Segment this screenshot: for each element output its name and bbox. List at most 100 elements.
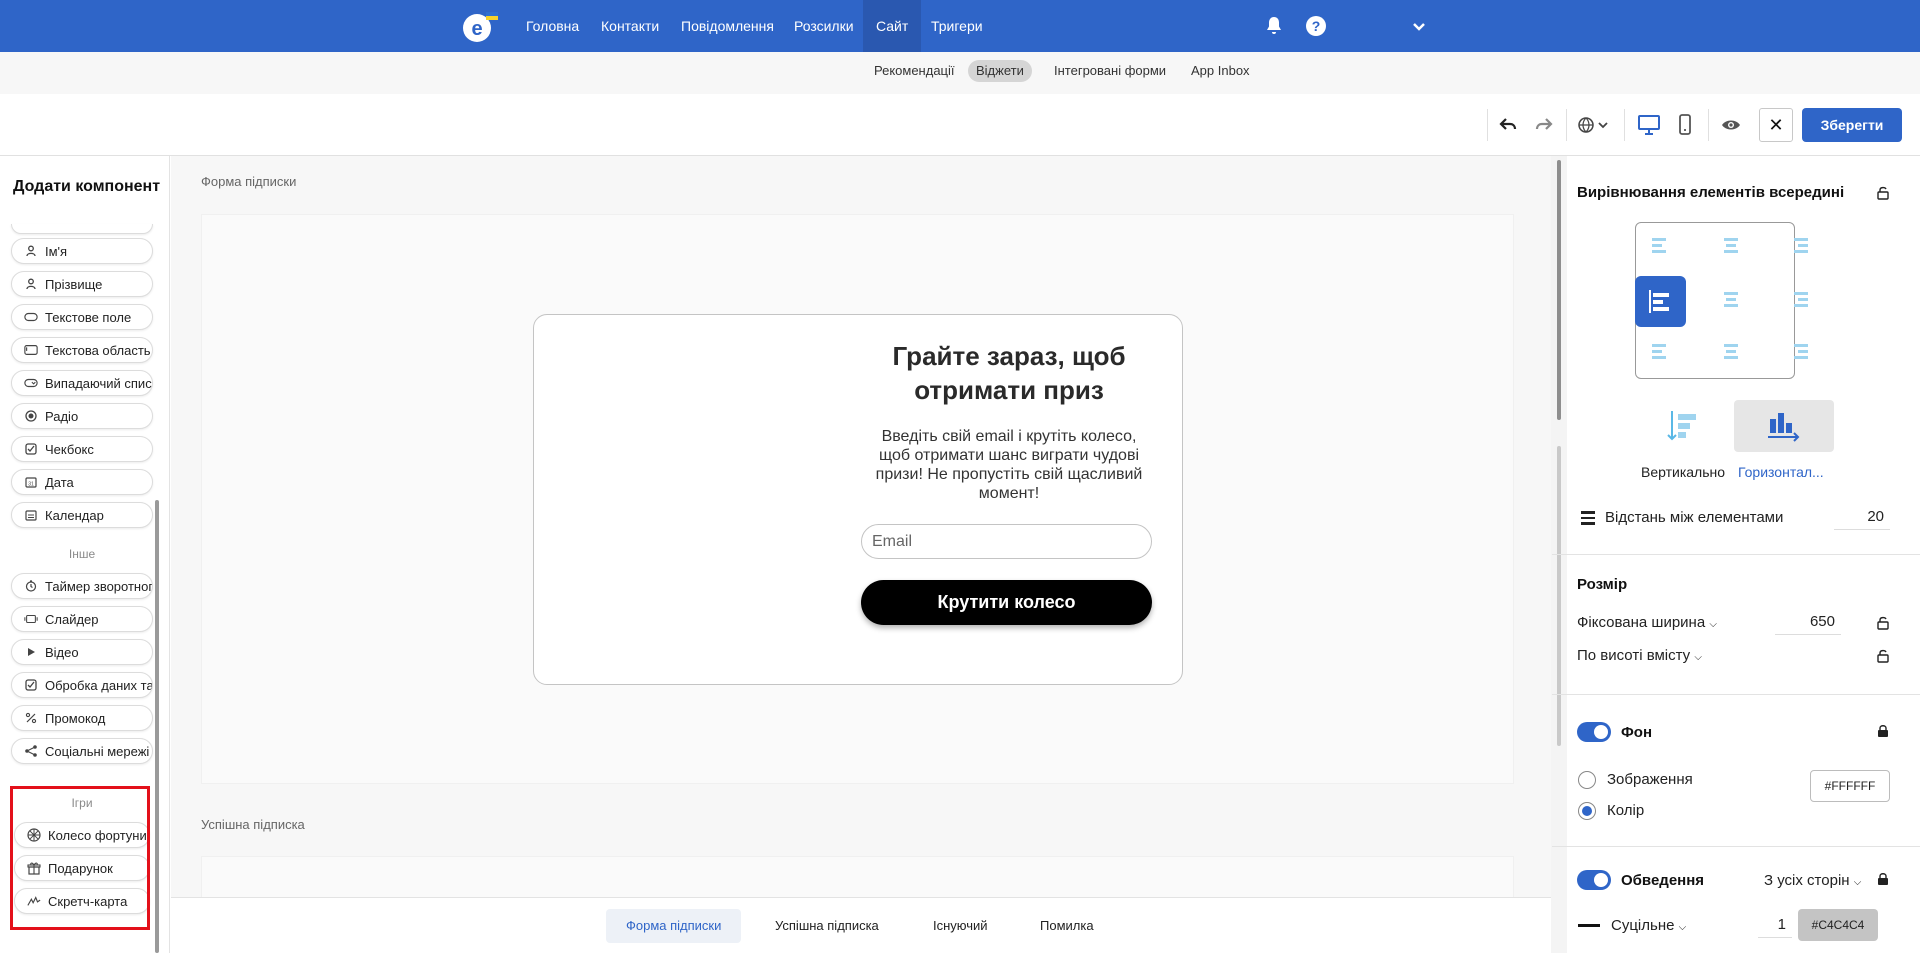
component-social[interactable]: Соціальні мережі: [11, 738, 153, 764]
subtab-recommendations[interactable]: Рекомендації: [866, 60, 963, 82]
border-style-select[interactable]: Суцільне ⌵: [1611, 917, 1686, 934]
align-middle-left-selected[interactable]: [1635, 276, 1686, 327]
toolbar-divider: [1624, 109, 1625, 141]
nav-item-messages[interactable]: Повідомлення: [668, 0, 787, 52]
component-promocode[interactable]: Промокод: [11, 705, 153, 731]
scrollbar-thumb[interactable]: [1557, 160, 1561, 420]
direction-vertical-label: Вертикально: [1641, 464, 1726, 480]
component-last-name[interactable]: Прізвище: [11, 271, 153, 297]
form-description[interactable]: Введіть свій email і крутіть колесо, щоб…: [864, 427, 1154, 503]
spacing-icon: [1581, 511, 1595, 525]
form-title[interactable]: Грайте зараз, щоб отримати приз: [864, 339, 1154, 407]
component-label: Обробка даних та: [45, 677, 153, 693]
align-bottom-center[interactable]: [1720, 342, 1742, 364]
tab-subscription-form[interactable]: Форма підписки: [606, 909, 742, 943]
save-button[interactable]: Зберегти: [1802, 108, 1902, 142]
component-label: Дата: [45, 474, 74, 490]
component-slider[interactable]: Слайдер: [11, 606, 153, 632]
component-calendar[interactable]: Календар: [11, 502, 153, 528]
nav-item-contacts[interactable]: Контакти: [588, 0, 672, 52]
form-widget-card[interactable]: Грайте зараз, щоб отримати приз Введіть …: [533, 314, 1183, 685]
top-navigation: e Головна Контакти Повідомлення Розсилки…: [0, 0, 1920, 52]
direction-vertical-button[interactable]: [1632, 400, 1732, 452]
spacing-input[interactable]: 20: [1834, 504, 1890, 530]
logo-icon[interactable]: e: [462, 8, 498, 44]
bg-color-label: Колір: [1607, 802, 1645, 819]
unlock-icon[interactable]: [1877, 616, 1889, 630]
component-radio[interactable]: Радіо: [11, 403, 153, 429]
chevron-down-icon: ⌵: [1853, 877, 1862, 888]
component-label: Ім'я: [45, 243, 68, 259]
background-toggle[interactable]: [1577, 722, 1611, 742]
nav-item-home[interactable]: Головна: [513, 0, 592, 52]
nav-item-site[interactable]: Сайт: [863, 0, 922, 52]
component-date[interactable]: 31 Дата: [11, 469, 153, 495]
component-text-field[interactable]: Текстове поле: [11, 304, 153, 330]
direction-horizontal-button[interactable]: [1734, 400, 1834, 452]
bg-image-radio[interactable]: [1578, 771, 1596, 789]
align-middle-center[interactable]: [1720, 290, 1742, 312]
component-video[interactable]: Відео: [11, 639, 153, 665]
align-top-left[interactable]: [1648, 236, 1670, 258]
subtab-app-inbox[interactable]: App Inbox: [1183, 60, 1258, 82]
align-bottom-left[interactable]: [1648, 342, 1670, 364]
align-top-right[interactable]: [1790, 236, 1812, 258]
bg-color-radio[interactable]: [1578, 802, 1596, 820]
component-data-processing[interactable]: Обробка даних та: [11, 672, 153, 698]
align-middle-right[interactable]: [1790, 290, 1812, 312]
desktop-view-icon[interactable]: [1634, 109, 1664, 141]
tab-error[interactable]: Помилка: [1020, 909, 1114, 943]
help-icon[interactable]: ?: [1304, 14, 1328, 38]
tab-success[interactable]: Успішна підписка: [755, 909, 899, 943]
bg-color-picker[interactable]: #FFFFFF: [1810, 770, 1890, 802]
border-width-input[interactable]: 1: [1758, 912, 1792, 938]
border-sides-select[interactable]: З усіх сторін ⌵: [1764, 872, 1861, 889]
nav-item-triggers[interactable]: Тригери: [918, 0, 996, 52]
redo-icon[interactable]: [1532, 109, 1556, 141]
component-label: Прізвище: [45, 276, 103, 292]
nav-item-campaigns[interactable]: Розсилки: [781, 0, 867, 52]
component-text-area[interactable]: Текстова область: [11, 337, 153, 363]
email-field[interactable]: Email: [861, 524, 1152, 559]
sidebar-scrollbar[interactable]: [155, 500, 159, 953]
preview-eye-icon[interactable]: [1716, 109, 1746, 141]
editor-toolbar: ✕ Зберегти: [0, 94, 1920, 156]
height-mode-select[interactable]: По висоті вмісту ⌵: [1577, 647, 1702, 664]
component-timer[interactable]: Таймер зворотного відліку: [11, 573, 153, 599]
chevron-down-icon[interactable]: [1407, 14, 1431, 38]
subtab-integrated-forms[interactable]: Інтегровані форми: [1046, 60, 1174, 82]
background-section-title: Фон: [1621, 724, 1653, 741]
component-checkbox[interactable]: Чекбокс: [11, 436, 153, 462]
panel-divider: [1552, 846, 1920, 847]
solid-line-icon: [1578, 924, 1600, 927]
align-top-center[interactable]: [1720, 236, 1742, 258]
align-section-title: Вирівнювання елементів всередині: [1577, 184, 1845, 201]
align-bottom-right[interactable]: [1790, 342, 1812, 364]
bg-image-label: Зображення: [1607, 771, 1693, 788]
border-toggle[interactable]: [1577, 870, 1611, 890]
dropdown-icon: [24, 376, 38, 390]
date-icon: 31: [24, 475, 38, 489]
subtab-widgets[interactable]: Віджети: [968, 60, 1032, 82]
lock-icon[interactable]: [1877, 724, 1889, 738]
component-dropdown[interactable]: Випадаючий список: [11, 370, 153, 396]
mobile-view-icon[interactable]: [1672, 109, 1698, 141]
bell-icon[interactable]: [1262, 14, 1286, 38]
border-section-title: Обведення: [1621, 872, 1705, 889]
unlock-icon[interactable]: [1877, 649, 1889, 663]
width-mode-select[interactable]: Фіксована ширина ⌵: [1577, 614, 1717, 631]
person-icon: [24, 277, 38, 291]
language-globe-icon[interactable]: [1575, 109, 1615, 141]
component-first-name[interactable]: Ім'я: [11, 238, 153, 264]
spin-wheel-button[interactable]: Крутити колесо: [861, 580, 1152, 625]
radio-icon: [24, 409, 38, 423]
border-color-picker[interactable]: #C4C4C4: [1798, 909, 1878, 941]
width-input[interactable]: 650: [1775, 609, 1841, 635]
close-button[interactable]: ✕: [1759, 108, 1793, 142]
lock-icon[interactable]: [1877, 872, 1889, 886]
checkbox-icon: [24, 442, 38, 456]
svg-text:?: ?: [1312, 18, 1321, 34]
unlock-icon[interactable]: [1877, 186, 1889, 200]
undo-icon[interactable]: [1496, 109, 1520, 141]
tab-existing[interactable]: Існуючий: [913, 909, 1008, 943]
